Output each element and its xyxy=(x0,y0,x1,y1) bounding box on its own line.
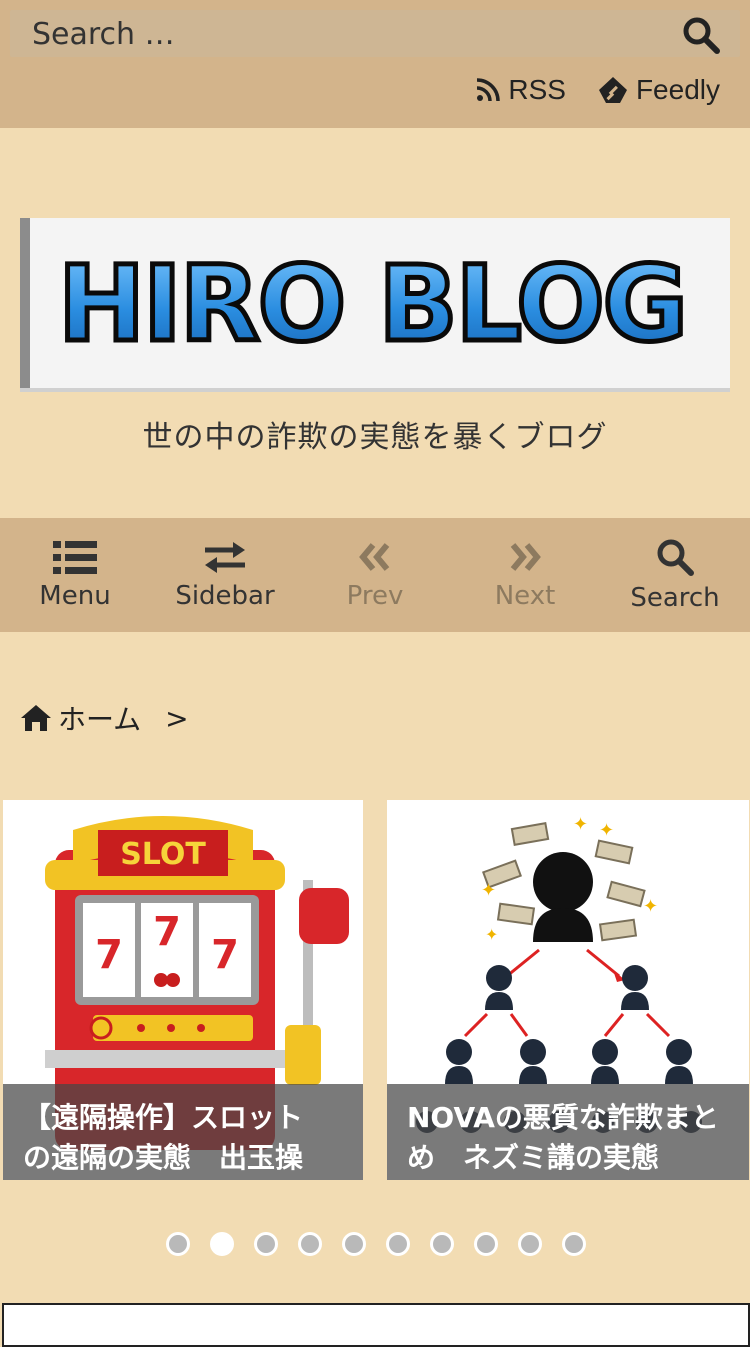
breadcrumb-home-link[interactable]: ホーム xyxy=(58,698,141,738)
carousel-dots xyxy=(166,1232,586,1256)
carousel-dot[interactable] xyxy=(342,1232,366,1256)
nav-prev-label: Prev xyxy=(346,581,404,611)
bottom-nav: Menu Sidebar Prev Next Search xyxy=(0,518,750,632)
nav-sidebar-label: Sidebar xyxy=(175,581,275,611)
svg-text:✦: ✦ xyxy=(643,896,658,917)
svg-text:✦: ✦ xyxy=(599,820,614,841)
card-title: 【遠隔操作】スロット の遠隔の実態 出玉操 xyxy=(3,1084,363,1180)
card-title-line1: NOVAの悪質な詐欺まと xyxy=(407,1101,719,1134)
search-form xyxy=(10,10,740,59)
menu-icon xyxy=(53,541,97,574)
nav-search[interactable]: Search xyxy=(600,518,750,632)
carousel-dot[interactable] xyxy=(430,1232,454,1256)
content-box xyxy=(2,1303,750,1347)
carousel-dot[interactable] xyxy=(386,1232,410,1256)
nav-menu-label: Menu xyxy=(39,581,111,611)
card-title: NOVAの悪質な詐欺まと め ネズミ講の実態 xyxy=(387,1084,749,1180)
site-tagline: 世の中の詐欺の実態を暴くブログ xyxy=(142,420,608,455)
search-icon xyxy=(657,539,694,576)
feedly-icon xyxy=(598,77,627,103)
feedly-link[interactable]: Feedly xyxy=(598,74,720,106)
feedly-label: Feedly xyxy=(635,74,720,105)
swap-arrows-icon xyxy=(205,542,245,573)
rss-label: RSS xyxy=(508,74,566,105)
search-input[interactable] xyxy=(30,10,654,59)
search-icon xyxy=(683,17,720,54)
rss-icon xyxy=(477,78,501,102)
nav-menu[interactable]: Menu xyxy=(0,518,150,632)
nav-search-label: Search xyxy=(630,583,720,613)
carousel-dot[interactable] xyxy=(518,1232,542,1256)
nav-next[interactable]: Next xyxy=(450,518,600,632)
carousel-dot[interactable] xyxy=(474,1232,498,1256)
svg-text:✦: ✦ xyxy=(481,880,496,901)
feed-links: RSS Feedly xyxy=(476,74,720,106)
breadcrumb-separator: > xyxy=(165,701,189,735)
svg-text:✦: ✦ xyxy=(485,925,498,944)
double-chevron-left-icon xyxy=(359,543,390,571)
svg-text:7: 7 xyxy=(153,909,181,955)
carousel-dot[interactable] xyxy=(166,1232,190,1256)
rss-link[interactable]: RSS xyxy=(476,74,566,106)
svg-text:SLOT: SLOT xyxy=(120,837,206,872)
search-button[interactable] xyxy=(680,14,722,56)
double-chevron-right-icon xyxy=(510,543,541,571)
site-logo[interactable]: HIRO BLOG xyxy=(20,218,730,388)
carousel-card[interactable]: ✦ ✦ ✦ ✦ ✦ NOVAの悪質な詐欺まと め ネズミ講の実態 xyxy=(387,800,749,1180)
site-header: RSS Feedly xyxy=(0,0,750,128)
logo-image: HIRO BLOG xyxy=(55,241,690,368)
carousel-dot[interactable] xyxy=(298,1232,322,1256)
logo-text: HIRO BLOG xyxy=(58,243,686,365)
nav-next-label: Next xyxy=(494,581,556,611)
card-title-line2: め ネズミ講の実態 xyxy=(407,1141,660,1174)
home-icon xyxy=(21,705,51,731)
carousel-card[interactable]: SLOT 7 7 7 【遠隔操作】スロット の遠隔の実態 出玉操 xyxy=(3,800,363,1180)
nav-sidebar[interactable]: Sidebar xyxy=(150,518,300,632)
carousel-dot[interactable] xyxy=(210,1232,234,1256)
carousel-dot[interactable] xyxy=(254,1232,278,1256)
svg-text:7: 7 xyxy=(95,932,123,978)
carousel-dot[interactable] xyxy=(562,1232,586,1256)
card-title-line1: 【遠隔操作】スロット xyxy=(23,1101,304,1134)
svg-text:7: 7 xyxy=(211,932,239,978)
card-title-line2: の遠隔の実態 出玉操 xyxy=(23,1141,304,1174)
breadcrumb: ホーム > xyxy=(20,698,189,738)
nav-prev[interactable]: Prev xyxy=(300,518,450,632)
svg-text:✦: ✦ xyxy=(573,814,588,835)
